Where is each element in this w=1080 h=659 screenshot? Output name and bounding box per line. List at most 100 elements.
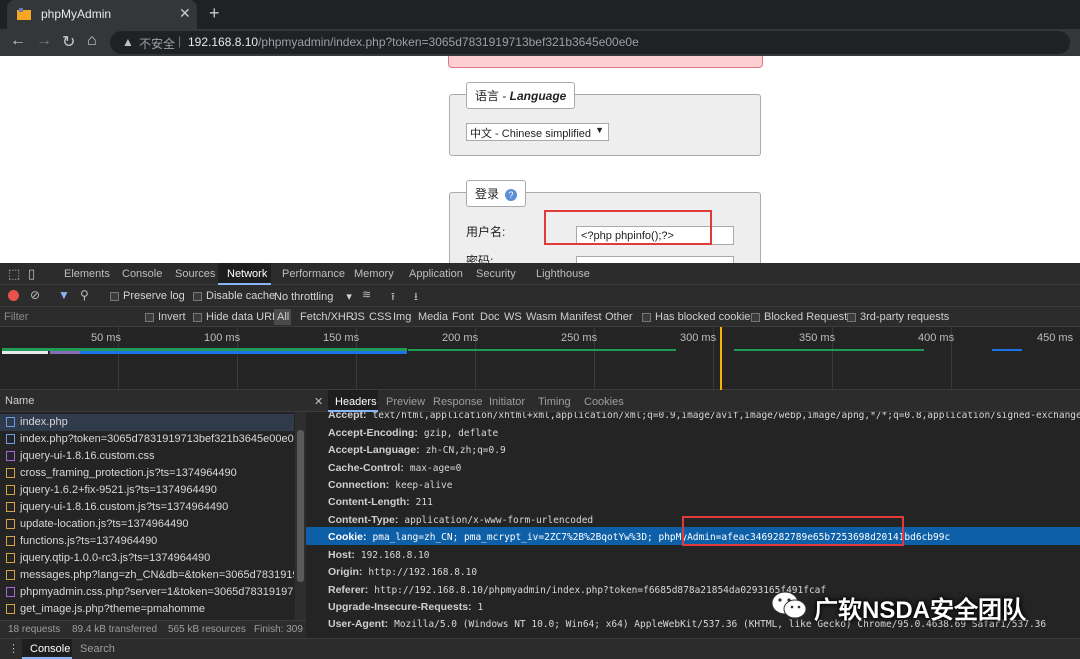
filter-icon[interactable]: ▼ (58, 288, 70, 302)
reload-icon[interactable]: ↻ (62, 32, 75, 52)
header-row[interactable]: Host: 192.168.8.10 (328, 549, 429, 561)
home-icon[interactable]: ⌂ (87, 32, 97, 50)
header-row[interactable]: Accept-Language: zh-CN,zh;q=0.9 (328, 444, 506, 456)
header-row[interactable]: Accept-Encoding: gzip, deflate (328, 427, 498, 439)
tab-sources[interactable]: Sources (175, 268, 215, 280)
header-row[interactable]: Origin: http://192.168.8.10 (328, 566, 477, 578)
url-field[interactable]: ▲ 不安全 | 192.168.8.10/phpmyadmin/index.ph… (110, 31, 1070, 54)
filter-other[interactable]: Other (605, 311, 633, 323)
tab-elements[interactable]: Elements (64, 268, 110, 280)
wifi-icon[interactable]: ≋ (362, 288, 371, 301)
url-text[interactable]: 192.168.8.10/phpmyadmin/index.php?token=… (188, 35, 639, 49)
filter-media[interactable]: Media (418, 311, 448, 323)
filter-fetch-xhr[interactable]: Fetch/XHR (300, 311, 354, 323)
header-row[interactable]: Content-Type: application/x-www-form-urle… (328, 514, 593, 526)
language-select[interactable]: 中文 - Chinese simplified ▼ (466, 123, 609, 141)
list-item[interactable]: index.php?token=3065d7831919713bef321b36… (0, 431, 294, 448)
search-icon[interactable]: ⚲ (80, 288, 89, 302)
name-column-header[interactable]: Name (5, 395, 34, 407)
drawer-menu-icon[interactable]: ⋮ (8, 642, 19, 655)
export-icon[interactable]: ⭳ (414, 288, 418, 307)
drawer-tab-console[interactable]: Console (30, 643, 70, 655)
drawer-tab-search[interactable]: Search (80, 643, 115, 655)
record-icon[interactable] (8, 290, 19, 301)
tab-memory[interactable]: Memory (354, 268, 394, 280)
device-toolbar-icon[interactable]: ▯ (28, 266, 35, 282)
filter-wasm[interactable]: Wasm (526, 311, 557, 323)
close-detail-icon[interactable]: ✕ (314, 395, 323, 408)
filter-js[interactable]: JS (352, 311, 365, 323)
filter-ws[interactable]: WS (504, 311, 522, 323)
filter-css[interactable]: CSS (369, 311, 392, 323)
filter-doc[interactable]: Doc (480, 311, 500, 323)
filter-input[interactable]: Filter (4, 311, 28, 323)
list-item[interactable]: index.php (0, 414, 294, 431)
tab-timing[interactable]: Timing (538, 396, 571, 408)
list-item[interactable]: jquery-1.6.2+fix-9521.js?ts=1374964490 (0, 482, 294, 499)
back-icon[interactable]: ← (10, 32, 26, 50)
tab-performance[interactable]: Performance (282, 268, 345, 280)
list-item[interactable]: phpmyadmin.css.php?server=1&token=3065d7… (0, 584, 294, 601)
tab-network[interactable]: Network (227, 268, 267, 280)
tab-initiator[interactable]: Initiator (489, 396, 525, 408)
tab-lighthouse[interactable]: Lighthouse (536, 268, 590, 280)
hide-data-urls-checkbox[interactable]: Hide data URLs (193, 311, 284, 323)
third-party-label: 3rd-party requests (860, 311, 950, 323)
close-tab-icon[interactable]: ✕ (179, 5, 191, 22)
chevron-down-icon: ▾ (346, 291, 352, 303)
throttling-select[interactable]: No throttling ▾ (274, 290, 352, 303)
tab-application[interactable]: Application (409, 268, 463, 280)
filter-font[interactable]: Font (452, 311, 474, 323)
third-party-checkbox[interactable]: 3rd-party requests (847, 311, 949, 323)
invert-checkbox[interactable]: Invert (145, 311, 186, 323)
browser-tab[interactable]: phpMyAdmin ✕ (7, 0, 197, 29)
warning-icon[interactable]: ▲ (122, 35, 134, 49)
blocked-cookies-checkbox[interactable]: Has blocked cookies (642, 311, 756, 323)
url-path: /phpmyadmin/index.php?token=3065d7831919… (258, 35, 639, 49)
list-item[interactable]: jquery.qtip-1.0.0-rc3.js?ts=1374964490 (0, 550, 294, 567)
devtools-panel-tabs: ⬚ ▯ Elements Console Sources Network Per… (0, 263, 1080, 285)
import-icon[interactable]: ⭱ (391, 288, 395, 307)
list-item[interactable]: jquery-ui-1.8.16.custom.js?ts=1374964490 (0, 499, 294, 516)
filter-all[interactable]: All (277, 311, 289, 323)
password-input[interactable] (576, 256, 734, 263)
list-item[interactable]: update-location.js?ts=1374964490 (0, 516, 294, 533)
network-toolbar: ⊘ ▼ ⚲ Preserve log Disable cache No thro… (0, 285, 1080, 307)
highlight-box-username (544, 210, 712, 245)
header-row[interactable]: Upgrade-Insecure-Requests: 1 (328, 601, 483, 613)
tab-security[interactable]: Security (476, 268, 516, 280)
language-legend: 语言 - Language (466, 82, 576, 109)
list-item[interactable]: functions.js?ts=1374964490 (0, 533, 294, 550)
tab-cookies[interactable]: Cookies (584, 396, 624, 408)
forward-icon[interactable]: → (36, 32, 52, 50)
clear-icon[interactable]: ⊘ (30, 288, 40, 302)
not-secure-label[interactable]: 不安全 (139, 35, 175, 52)
page-content: 语言 - Language 中文 - Chinese simplified ▼ 登… (0, 56, 1080, 263)
language-selected: 中文 - Chinese simplified (470, 128, 592, 140)
filter-manifest[interactable]: Manifest (560, 311, 602, 323)
list-item[interactable]: cross_framing_protection.js?ts=137496449… (0, 465, 294, 482)
header-row[interactable]: Accept: text/html,application/xhtml+xml,a… (328, 412, 1080, 421)
list-item[interactable]: get_image.js.php?theme=pmahomme (0, 601, 294, 618)
login-legend: 登录? (466, 180, 527, 207)
tab-console[interactable]: Console (122, 268, 162, 280)
list-item[interactable]: jquery-ui-1.8.16.custom.css (0, 448, 294, 465)
filter-img[interactable]: Img (393, 311, 411, 323)
help-icon[interactable]: ? (505, 188, 518, 201)
preserve-log-checkbox[interactable]: Preserve log (110, 290, 185, 302)
blocked-requests-checkbox[interactable]: Blocked Requests (751, 311, 853, 323)
tab-response[interactable]: Response (433, 396, 483, 408)
header-row[interactable]: Content-Length: 211 (328, 496, 433, 508)
header-row[interactable]: Referer: http://192.168.8.10/phpmyadmin/i… (328, 584, 826, 596)
tab-preview[interactable]: Preview (386, 396, 425, 408)
inspect-icon[interactable]: ⬚ (8, 266, 20, 282)
header-row[interactable]: Connection: keep-alive (328, 479, 452, 491)
network-overview-timeline[interactable]: 50 ms 100 ms 150 ms 200 ms 250 ms 300 ms… (0, 327, 1080, 390)
drawer-tabs: ⋮ Console Search (0, 638, 1080, 659)
disable-cache-checkbox[interactable]: Disable cache (193, 290, 275, 302)
new-tab-button[interactable]: + (209, 3, 220, 24)
list-item[interactable]: messages.php?lang=zh_CN&db=&token=3065d7… (0, 567, 294, 584)
scrollbar-thumb[interactable] (297, 430, 304, 582)
header-row[interactable]: Cache-Control: max-age=0 (328, 462, 461, 474)
tab-headers[interactable]: Headers (335, 396, 377, 408)
